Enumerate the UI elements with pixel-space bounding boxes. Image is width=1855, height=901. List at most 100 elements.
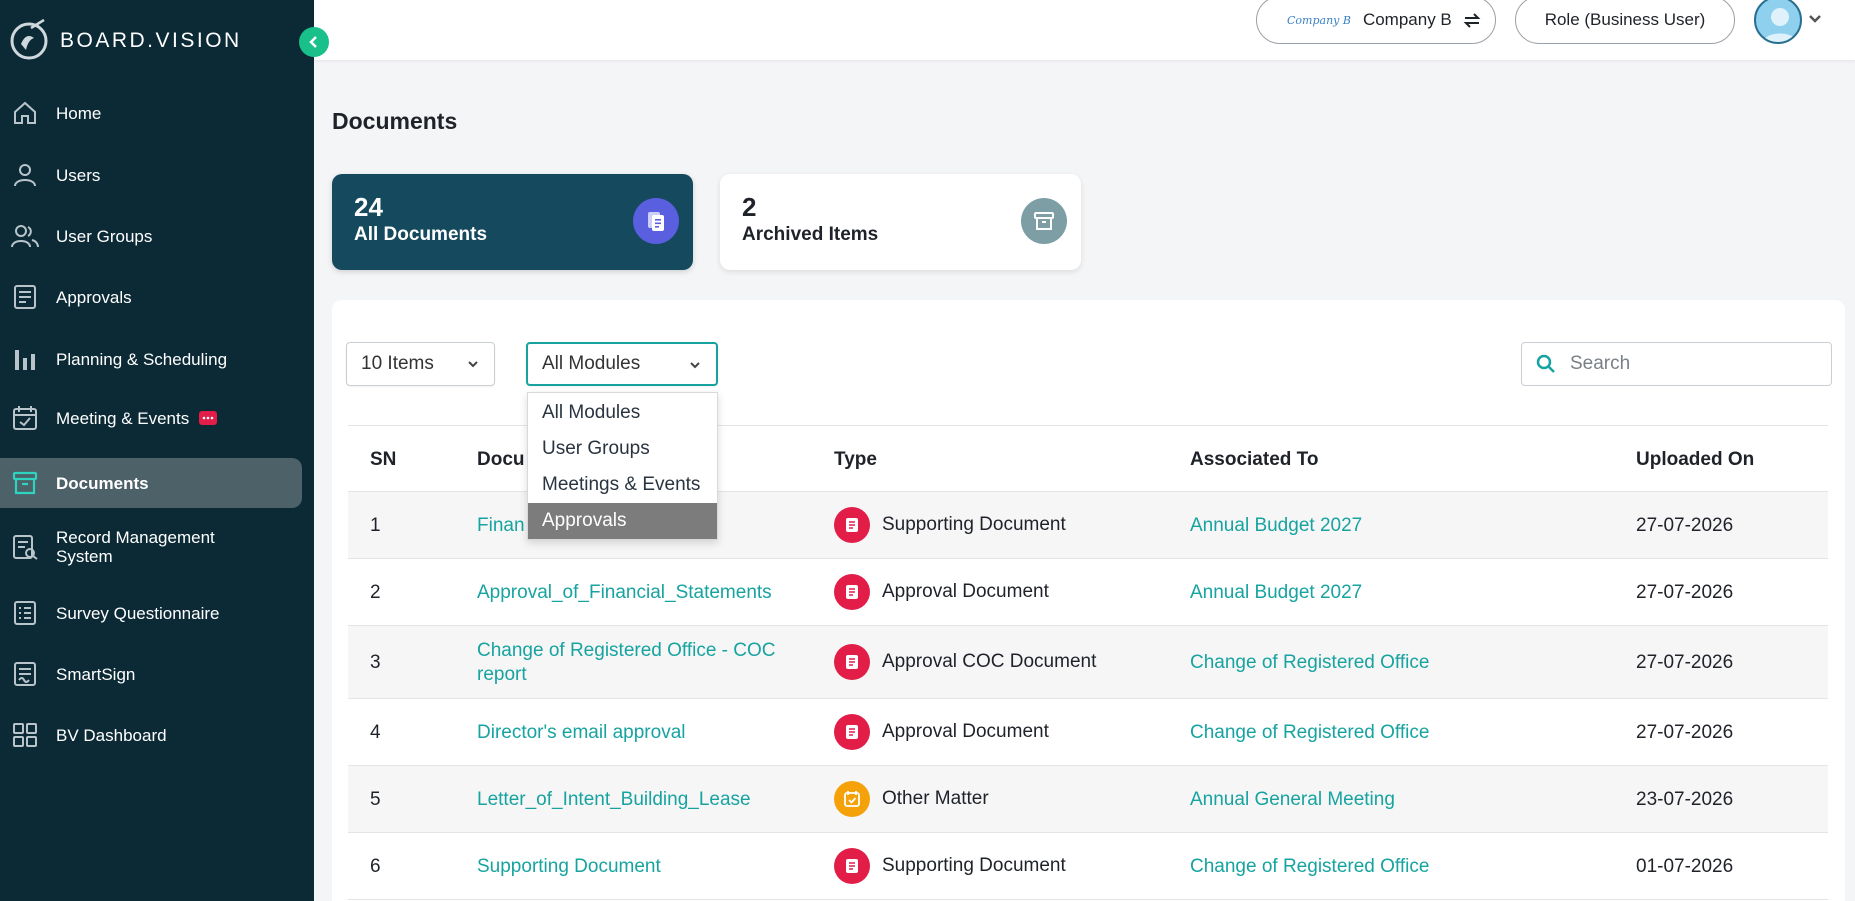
brand-name: BOARD.VISION <box>60 29 242 52</box>
associated-to-link[interactable]: Change of Registered Office <box>1190 856 1429 878</box>
column-header-type[interactable]: Type <box>834 449 877 471</box>
top-bar: Company B Company B Role (Business User) <box>314 0 1855 60</box>
associated-to-link[interactable]: Annual Budget 2027 <box>1190 582 1362 604</box>
company-logo: Company B <box>1287 13 1351 27</box>
sidebar-item-users[interactable]: Users <box>0 150 302 200</box>
table-row[interactable]: 4 Director's email approval Approval Doc… <box>348 699 1828 766</box>
archived-items-card[interactable]: 2 Archived Items <box>720 174 1081 270</box>
associated-to-link[interactable]: Change of Registered Office <box>1190 722 1429 744</box>
company-name: Company B <box>1362 10 1452 29</box>
sidebar-item-label: Users <box>56 165 101 185</box>
chat-icon <box>199 411 218 425</box>
approvals-icon <box>10 282 40 312</box>
type-cell: Approval Document <box>834 574 1049 610</box>
archive-box-icon <box>1021 198 1067 244</box>
search-box[interactable] <box>1521 342 1832 386</box>
sidebar-item-label: BV Dashboard <box>56 725 167 745</box>
sidebar-item-label: User Groups <box>56 226 153 246</box>
type-label: Supporting Document <box>882 855 1066 876</box>
sidebar-item-label: Survey Questionnaire <box>56 603 220 623</box>
uploaded-on: 27-07-2026 <box>1636 652 1734 673</box>
module-filter-select[interactable]: All Modules <box>526 342 718 386</box>
row-sn: 6 <box>370 856 381 877</box>
table-row[interactable]: 5 Letter_of_Intent_Building_Lease Other … <box>348 766 1828 833</box>
type-cell: Other Matter <box>834 781 989 817</box>
brand[interactable]: BOARD.VISION <box>6 18 242 64</box>
swap-icon <box>1463 13 1481 28</box>
sidebar-item-smartsign[interactable]: SmartSign <box>0 649 302 699</box>
all-documents-card[interactable]: 24 All Documents <box>332 174 693 270</box>
table-row[interactable]: 6 Supporting Document Supporting Documen… <box>348 833 1828 900</box>
type-cell: Supporting Document <box>834 848 1066 884</box>
type-label: Approval Document <box>882 721 1049 742</box>
module-option-user-groups[interactable]: User Groups <box>528 431 717 467</box>
column-header-sn[interactable]: SN <box>370 449 396 471</box>
uploaded-on: 01-07-2026 <box>1636 856 1734 877</box>
type-label: Approval Document <box>882 581 1049 602</box>
row-sn: 4 <box>370 722 381 743</box>
module-option-approvals[interactable]: Approvals <box>528 503 717 539</box>
column-header-associated-to[interactable]: Associated To <box>1190 449 1318 471</box>
type-cell: Supporting Document <box>834 507 1066 543</box>
sidebar-item-approvals[interactable]: Approvals <box>0 272 302 322</box>
sidebar-item-meetings[interactable]: Meeting & Events <box>0 393 302 443</box>
archive-icon <box>10 468 40 498</box>
dashboard-grid-icon <box>10 720 40 750</box>
document-name-link[interactable]: Approval_of_Financial_Statements <box>477 582 772 604</box>
table-row[interactable]: 3 Change of Registered Office - COC repo… <box>348 626 1828 699</box>
associated-to-link[interactable]: Annual Budget 2027 <box>1190 515 1362 537</box>
chevron-down-icon <box>468 361 478 368</box>
chevron-left-icon <box>309 36 317 48</box>
document-name-link[interactable]: Letter_of_Intent_Building_Lease <box>477 789 751 811</box>
associated-to-link[interactable]: Change of Registered Office <box>1190 652 1429 674</box>
sidebar-item-user-groups[interactable]: User Groups <box>0 211 302 261</box>
sidebar-item-label: SmartSign <box>56 664 136 684</box>
company-switcher[interactable]: Company B Company B <box>1256 0 1496 44</box>
module-option-meetings-events[interactable]: Meetings & Events <box>528 467 717 503</box>
associated-to-link[interactable]: Annual General Meeting <box>1190 789 1395 811</box>
calendar-check-icon <box>10 403 40 433</box>
uploaded-on: 27-07-2026 <box>1636 582 1734 603</box>
archived-items-count: 2 <box>742 192 757 222</box>
sidebar-item-documents[interactable]: Documents <box>0 458 302 508</box>
uploaded-on: 27-07-2026 <box>1636 515 1734 536</box>
archived-items-label: Archived Items <box>742 224 879 245</box>
module-option-all-modules[interactable]: All Modules <box>528 395 717 431</box>
document-name-link[interactable]: Supporting Document <box>477 856 661 878</box>
column-header-uploaded-on[interactable]: Uploaded On <box>1636 449 1754 471</box>
table-body: 1 Finan Supporting Document Annual Budge… <box>348 492 1828 900</box>
sidebar-item-survey[interactable]: Survey Questionnaire <box>0 588 302 638</box>
sidebar-item-label: Approvals <box>56 287 132 307</box>
type-label: Approval COC Document <box>882 651 1097 672</box>
chevron-down-icon[interactable] <box>1807 11 1823 27</box>
record-search-icon <box>10 532 40 562</box>
document-name-link[interactable]: Finan <box>477 515 525 537</box>
uploaded-on: 23-07-2026 <box>1636 789 1734 810</box>
sidebar-item-label: Home <box>56 103 102 123</box>
sidebar-item-record-management[interactable]: Record Management System <box>0 522 302 572</box>
sidebar-item-label: Documents <box>56 473 149 493</box>
sidebar-item-planning[interactable]: Planning & Scheduling <box>0 334 302 384</box>
document-name-link[interactable]: Change of Registered Office - COC report <box>477 639 807 687</box>
calendar-matter-icon <box>834 781 870 817</box>
search-input[interactable] <box>1570 353 1810 375</box>
table-row[interactable]: 2 Approval_of_Financial_Statements Appro… <box>348 559 1828 626</box>
search-icon <box>1536 354 1555 373</box>
sidebar-item-bv-dashboard[interactable]: BV Dashboard <box>0 710 302 760</box>
sidebar-collapse-button[interactable] <box>299 27 329 57</box>
user-icon <box>10 160 40 190</box>
sidebar-item-home[interactable]: Home <box>0 88 302 138</box>
home-icon <box>10 98 40 128</box>
row-sn: 2 <box>370 582 381 603</box>
chevron-down-icon <box>690 362 700 369</box>
items-per-page-select[interactable]: 10 Items <box>346 342 495 386</box>
column-header-document[interactable]: Docu <box>477 449 525 471</box>
document-name-link[interactable]: Director's email approval <box>477 722 685 744</box>
role-selector[interactable]: Role (Business User) <box>1515 0 1735 44</box>
avatar[interactable] <box>1754 0 1802 44</box>
type-cell: Approval Document <box>834 714 1049 750</box>
sidebar-item-label: Record Management System <box>56 528 215 566</box>
sidebar-item-label: Planning & Scheduling <box>56 349 228 369</box>
row-sn: 1 <box>370 515 381 536</box>
document-type-icon <box>834 848 870 884</box>
